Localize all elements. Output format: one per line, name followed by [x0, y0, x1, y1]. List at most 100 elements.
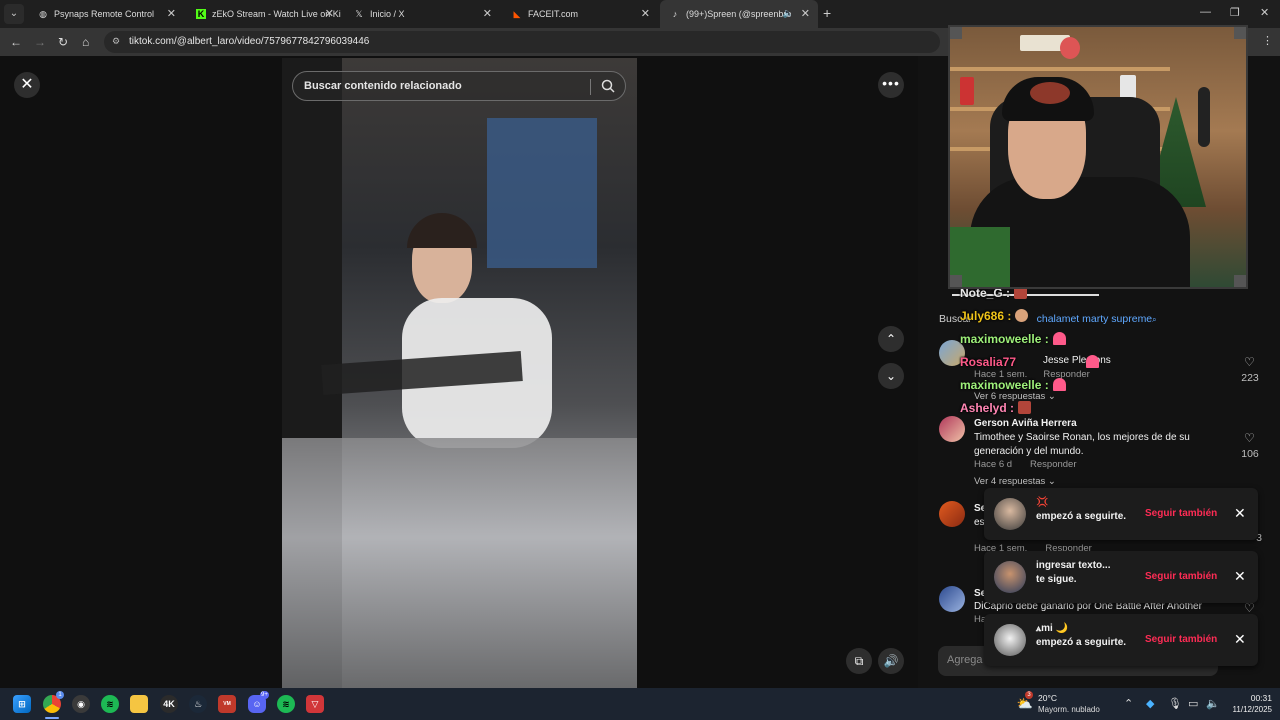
heart-emote-icon — [1052, 332, 1066, 345]
avatar[interactable] — [939, 416, 965, 442]
vanguard-icon[interactable]: ▽ — [306, 695, 324, 713]
minimize-icon[interactable]: — — [1200, 6, 1211, 18]
tab-faceit[interactable]: ◣ FACEIT.com ✕ — [502, 0, 658, 28]
defender-icon[interactable]: ◆ — [1146, 697, 1154, 710]
pip-icon[interactable]: ⧉ — [846, 648, 872, 674]
volume-icon[interactable]: 🔊 — [878, 648, 904, 674]
shelf — [950, 67, 1170, 71]
new-tab-button[interactable]: + — [823, 5, 831, 21]
faceit-icon: ◣ — [513, 9, 521, 19]
close-icon[interactable]: ✕ — [1234, 631, 1246, 647]
file-explorer-icon[interactable] — [130, 695, 148, 713]
4k-icon[interactable]: 4K — [160, 695, 178, 713]
frame-corner — [950, 27, 962, 39]
address-bar[interactable]: ⚙ tiktok.com/@albert_laro/video/75796778… — [104, 31, 940, 53]
search-icon[interactable] — [600, 78, 616, 94]
tab-kick[interactable]: K zEkO Stream - Watch Live on Ki ✕ — [186, 0, 342, 28]
frame-corner — [1234, 27, 1246, 39]
speaker-icon[interactable]: 🔈 — [783, 8, 794, 19]
follow-notification[interactable]: ꭺmi 🌙 empezó a seguirte. Seguir también … — [984, 614, 1258, 666]
reload-icon[interactable]: ↻ — [58, 34, 68, 50]
chevron-up-icon[interactable]: ⌃ — [1124, 697, 1133, 710]
x-icon: 𝕏 — [355, 9, 363, 19]
chat-message: Rosalia77 — [960, 355, 1100, 369]
spotify-icon[interactable]: ≋ — [277, 695, 295, 713]
video-player[interactable] — [282, 58, 637, 688]
microphone — [1198, 87, 1210, 147]
home-icon[interactable]: ⌂ — [82, 34, 89, 50]
forward-icon[interactable]: → — [34, 34, 46, 50]
close-icon[interactable]: ✕ — [1234, 568, 1246, 584]
like-icon[interactable]: ♡ — [1244, 601, 1255, 615]
emote-icon — [1018, 401, 1032, 414]
video-poster — [487, 118, 597, 268]
steam-icon[interactable]: ♨ — [189, 695, 207, 713]
reply-button[interactable]: Responder — [1030, 459, 1076, 470]
chat-message: Ashelyd : — [960, 401, 1032, 415]
follow-back-button[interactable]: Seguir también — [1145, 508, 1217, 519]
frame-corner — [1234, 275, 1246, 287]
spotify-icon[interactable]: ≋ — [101, 695, 119, 713]
volume-icon[interactable]: 🔈 — [1206, 697, 1220, 710]
globe-icon: ◍ — [39, 9, 47, 19]
figure — [960, 77, 974, 105]
browser-menu-icon[interactable]: ⋮ — [1262, 34, 1273, 47]
related-search-bar[interactable]: Buscar contenido relacionado — [292, 71, 626, 101]
avatar[interactable] — [939, 586, 965, 612]
heart-emote-icon — [1086, 355, 1100, 368]
obs-icon[interactable]: ◉ — [72, 695, 90, 713]
follow-back-button[interactable]: Seguir también — [1145, 571, 1217, 582]
voicemeeter-icon[interactable]: VM — [218, 695, 236, 713]
site-info-icon[interactable]: ⚙ — [112, 36, 120, 47]
taskbar: ⊞ 1 ◉ ≋ 4K ♨ VM ☺ 9+ ≋ ▽ ⛅ 3 20°C Mayorm… — [0, 688, 1280, 720]
close-tab-icon[interactable]: ✕ — [167, 8, 176, 20]
follow-notification[interactable]: ingresar texto... te sigue. Seguir tambi… — [984, 551, 1258, 603]
video-blur-foreground — [282, 438, 637, 688]
cap-logo — [1030, 82, 1070, 104]
frame-corner — [950, 275, 962, 287]
close-tab-icon[interactable]: ✕ — [641, 8, 650, 20]
close-tab-icon[interactable]: ✕ — [801, 8, 810, 20]
chat-message: maximoweelle : — [960, 378, 1066, 392]
close-icon[interactable]: ✕ — [1234, 505, 1246, 521]
tab-x[interactable]: 𝕏 Inicio / X ✕ — [344, 0, 500, 28]
heart-emote-icon — [1052, 378, 1066, 391]
tiktok-icon: ♪ — [672, 9, 678, 19]
more-options-button[interactable]: ••• — [878, 72, 904, 98]
search-divider — [590, 79, 591, 95]
figure — [1060, 37, 1080, 59]
emote-icon — [1015, 309, 1029, 322]
video-person-hair — [407, 213, 477, 248]
follow-notification[interactable]: 💢 empezó a seguirte. Seguir también ✕ — [984, 488, 1258, 540]
close-window-icon[interactable]: ✕ — [1260, 6, 1269, 19]
avatar — [994, 624, 1026, 656]
avatar — [994, 498, 1026, 530]
like-icon[interactable]: ♡ — [1244, 355, 1255, 369]
close-tab-icon[interactable]: ✕ — [325, 8, 334, 20]
kick-icon: K — [196, 9, 206, 19]
next-video-button[interactable]: ⌄ — [878, 363, 904, 389]
microphone-icon[interactable]: 🎙 — [1168, 697, 1182, 710]
tab-search-icon[interactable]: ⌄ — [4, 4, 24, 24]
follow-back-button[interactable]: Seguir también — [1145, 634, 1217, 645]
chat-message: July686 : — [960, 309, 1029, 323]
avatar[interactable] — [939, 501, 965, 527]
network-icon[interactable]: ▭ — [1188, 697, 1198, 710]
previous-video-button[interactable]: ⌃ — [878, 326, 904, 352]
search-small-icon: ⌕ — [1152, 315, 1157, 324]
like-icon[interactable]: ♡ — [1244, 431, 1255, 445]
avatar — [994, 561, 1026, 593]
tab-tiktok[interactable]: ♪ (99+)Spreen (@spreenbro 🔈 ✕ — [660, 0, 818, 28]
start-icon[interactable]: ⊞ — [13, 695, 31, 713]
tab-bar: ⌄ ◍ Psynaps Remote Control ✕ K zEkO Stre… — [0, 0, 1280, 28]
view-replies-button[interactable]: Ver 4 respuestas ⌄ — [974, 476, 1056, 487]
active-app-indicator — [45, 717, 59, 719]
close-tab-icon[interactable]: ✕ — [483, 8, 492, 20]
chat-message: maximoweelle : — [960, 332, 1066, 346]
webcam-overlay — [948, 25, 1248, 289]
screen: ⌄ ◍ Psynaps Remote Control ✕ K zEkO Stre… — [0, 0, 1280, 720]
maximize-icon[interactable]: ❐ — [1230, 6, 1240, 19]
close-video-button[interactable]: ✕ — [14, 72, 40, 98]
back-icon[interactable]: ← — [10, 34, 22, 50]
tab-psynaps[interactable]: ◍ Psynaps Remote Control ✕ — [28, 0, 184, 28]
